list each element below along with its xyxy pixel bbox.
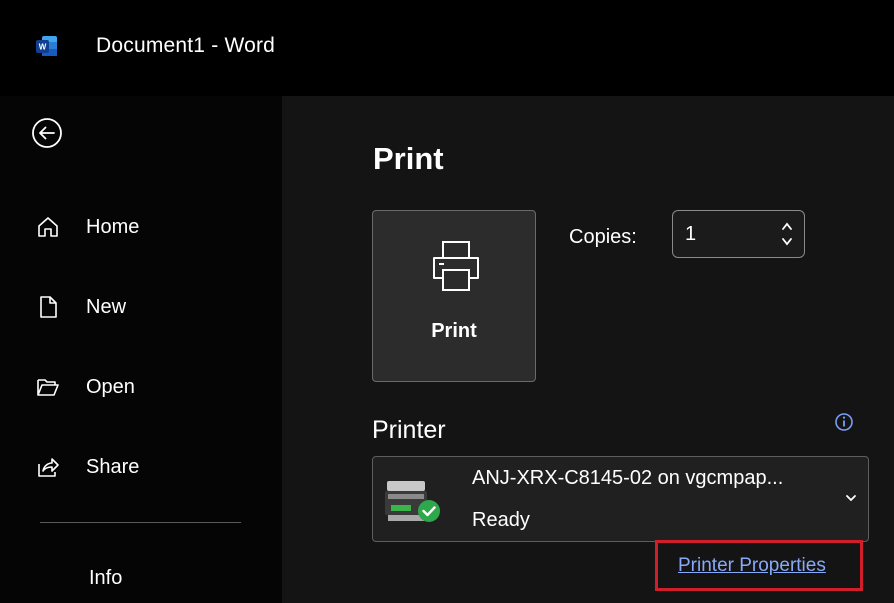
print-button[interactable]: Print: [372, 210, 536, 382]
word-app-icon: W: [36, 36, 57, 56]
printer-section-heading: Printer: [372, 416, 446, 444]
copies-label: Copies:: [569, 226, 637, 248]
info-icon[interactable]: [834, 412, 854, 432]
word-print-backstage: W Document1 - Word Home New Open Share I…: [0, 0, 894, 603]
printer-name: ANJ-XRX-C8145-02 on vgcmpap...: [472, 467, 784, 489]
title-bar: W Document1 - Word: [0, 0, 894, 96]
sidebar-item-label: New: [86, 295, 127, 318]
sidebar-divider: [40, 522, 241, 523]
print-panel: Print Print Copies: Printer: [282, 96, 894, 603]
sidebar-item-label: Home: [86, 215, 140, 238]
sidebar-item-label: Share: [86, 455, 140, 478]
back-arrow-icon[interactable]: [30, 116, 64, 150]
window-title: Document1 - Word: [96, 34, 276, 57]
sidebar-item-label: Open: [86, 375, 135, 398]
printer-properties-link[interactable]: Printer Properties: [678, 555, 826, 577]
svg-text:W: W: [39, 43, 47, 52]
backstage-sidebar: Home New Open Share Info: [0, 96, 282, 603]
share-icon: [38, 458, 59, 477]
copies-input[interactable]: [685, 221, 765, 247]
spin-arrows-icon[interactable]: [780, 219, 794, 249]
copies-stepper[interactable]: [672, 210, 805, 258]
home-icon: [38, 217, 58, 237]
printer-dropdown[interactable]: ANJ-XRX-C8145-02 on vgcmpap... Ready: [372, 456, 869, 542]
printer-properties-highlight: Printer Properties: [655, 540, 863, 591]
print-button-label: Print: [431, 320, 477, 342]
printer-icon: [433, 241, 479, 291]
sidebar-item-info[interactable]: Info: [89, 567, 122, 590]
sidebar-item-share[interactable]: Share: [36, 447, 256, 487]
network-printer-icon: [385, 481, 440, 522]
sidebar-item-home[interactable]: Home: [36, 207, 256, 247]
new-document-icon: [40, 296, 57, 318]
chevron-down-icon: [846, 495, 856, 502]
sidebar-item-new[interactable]: New: [36, 287, 256, 327]
printer-status: Ready: [472, 509, 530, 531]
page-title: Print: [373, 141, 444, 176]
folder-open-icon: [37, 379, 59, 396]
sidebar-item-open[interactable]: Open: [36, 367, 256, 407]
